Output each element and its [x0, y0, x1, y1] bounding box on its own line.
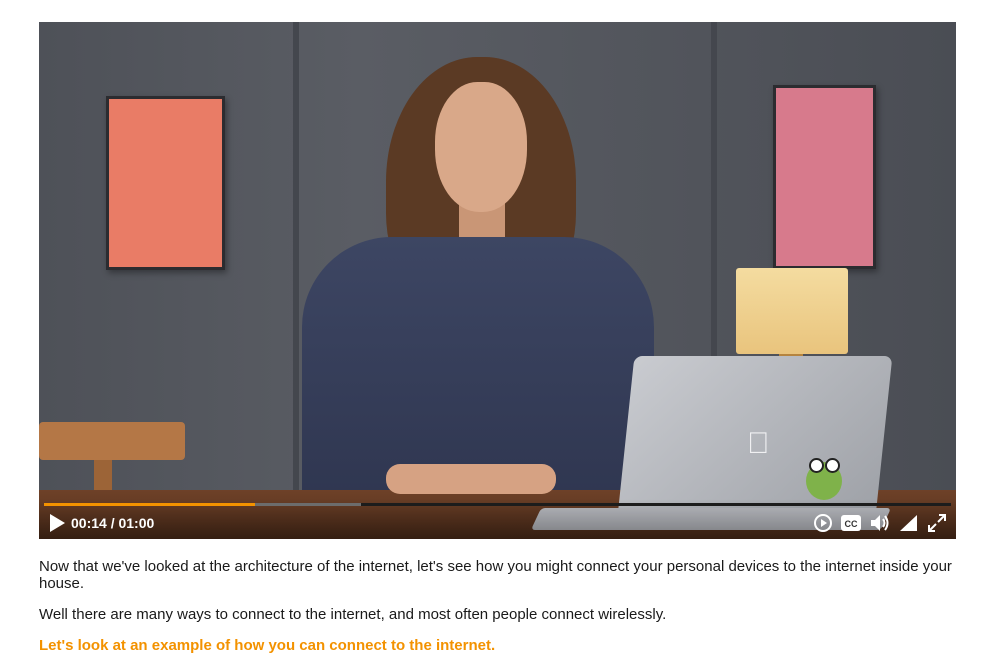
progress-played	[44, 503, 256, 506]
sticker-eye	[809, 458, 824, 473]
wall-seam	[293, 22, 299, 492]
cc-label: CC	[845, 519, 858, 529]
wall-poster-right	[773, 85, 876, 269]
current-time: 00:14	[71, 515, 107, 531]
time-separator: /	[110, 515, 115, 531]
closed-captions-icon[interactable]: CC	[840, 512, 862, 534]
transcript-line[interactable]: Now that we've looked at the architectur…	[39, 558, 956, 592]
frog-sticker	[806, 458, 842, 500]
video-frame: 	[39, 22, 956, 539]
total-time: 01:00	[118, 515, 155, 531]
volume-icon[interactable]	[869, 512, 891, 534]
transcript-line[interactable]: Well there are many ways to connect to t…	[39, 606, 956, 623]
presenter-hands	[386, 464, 556, 494]
apple-logo-icon: 	[747, 427, 770, 461]
transcript: Now that we've looked at the architectur…	[39, 558, 956, 668]
lamp-shade	[736, 268, 848, 354]
sticker-eye	[825, 458, 840, 473]
replay-icon[interactable]	[812, 512, 834, 534]
transcript-line-current[interactable]: Let's look at an example of how you can …	[39, 637, 956, 654]
side-table	[39, 422, 185, 460]
video-player[interactable]:  00:14 / 01:00 CC	[39, 22, 956, 539]
presenter-face	[435, 82, 527, 212]
quality-icon[interactable]	[898, 512, 920, 534]
wall-poster-left	[106, 96, 225, 270]
time-display: 00:14 / 01:00	[71, 512, 154, 534]
progress-bar[interactable]	[44, 503, 951, 506]
fullscreen-icon[interactable]	[926, 512, 948, 534]
play-icon[interactable]	[47, 512, 67, 534]
